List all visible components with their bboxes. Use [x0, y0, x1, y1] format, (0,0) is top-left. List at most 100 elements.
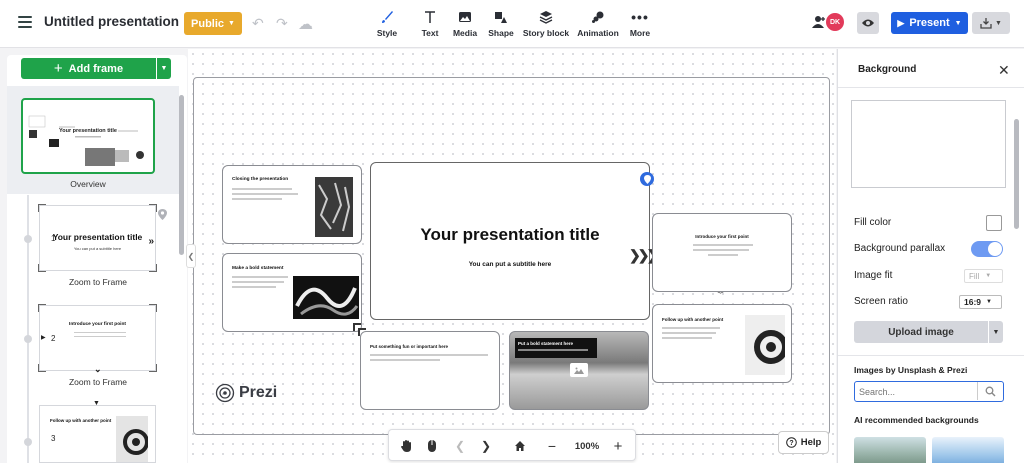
more-icon: ••• — [631, 9, 649, 25]
add-frame-dropdown[interactable]: ▼ — [157, 58, 171, 79]
tool-label: More — [629, 28, 651, 38]
banner-title: Put a bold statement here — [518, 341, 574, 346]
mouse-icon[interactable] — [423, 437, 441, 455]
fill-color-label: Fill color — [854, 217, 892, 228]
frame-thumbnail-2[interactable]: ▶ 2 Introduce your first point ⌄ — [38, 304, 157, 374]
chevron-down-icon: ▼ — [228, 20, 235, 27]
search-icon[interactable] — [977, 382, 1003, 400]
upload-dropdown[interactable]: ▼ — [989, 321, 1003, 343]
tool-label: Style — [376, 28, 398, 38]
play-icon: ▶ — [41, 335, 46, 341]
frame-corner — [38, 264, 46, 272]
redo-icon[interactable]: ↷ — [276, 15, 288, 32]
tool-label: Story block — [522, 28, 570, 38]
screen-ratio-value: 16:9 — [964, 297, 982, 307]
image-search-box[interactable] — [854, 381, 1004, 402]
preview-button[interactable] — [857, 12, 879, 34]
ai-backgrounds-heading: AI recommended backgrounds — [854, 415, 979, 425]
text-line — [74, 336, 126, 337]
graffiti-image — [315, 177, 353, 237]
frame-corner — [38, 304, 46, 312]
collapse-panel-handle[interactable]: ❮ — [186, 244, 196, 268]
tool-label: Media — [452, 28, 478, 38]
fill-color-swatch[interactable] — [986, 215, 1002, 231]
frame-fun[interactable]: Put something fun or important here — [360, 331, 500, 410]
add-frame-button[interactable]: + Add frame — [21, 58, 156, 79]
frame-follow-up[interactable]: Follow up with another point — [652, 304, 792, 383]
present-button[interactable]: ▶ Present ▼ — [891, 12, 968, 34]
tool-story-block[interactable]: Story block — [520, 8, 572, 38]
screen-ratio-label: Screen ratio — [854, 296, 908, 307]
undo-icon[interactable]: ↶ — [252, 15, 264, 32]
overview-item[interactable]: Your presentation title Overview — [7, 86, 179, 194]
overview-thumbnail[interactable]: Your presentation title — [21, 98, 155, 174]
zoom-level: 100% — [574, 440, 600, 452]
editor-canvas[interactable]: Closing the presentation Make a bold sta… — [188, 49, 836, 463]
tool-label: Shape — [488, 28, 514, 38]
frame-thumbnail-3[interactable]: ▼ 3 Follow up with another point — [39, 400, 156, 463]
frames-panel: + Add frame ▼ Your presentation title Ov… — [7, 55, 187, 463]
image-fit-select[interactable]: Fill ▼ — [964, 269, 1003, 283]
divider — [838, 87, 1024, 88]
spiral-image — [116, 416, 149, 462]
hamburger-menu-icon[interactable] — [18, 16, 32, 30]
frame-thumbnail-1[interactable]: 1 Your presentation title You can put a … — [38, 204, 157, 272]
frame-body-text — [370, 354, 490, 361]
timeline-dot — [24, 335, 32, 343]
help-icon: ? — [785, 437, 797, 448]
frame-bold-banner[interactable]: Put a bold statement here — [509, 331, 649, 410]
close-icon[interactable]: ✕ — [998, 62, 1010, 79]
panel-title: Background — [858, 64, 917, 75]
add-collaborator-icon[interactable] — [811, 14, 827, 30]
hand-tool-icon[interactable] — [397, 437, 415, 455]
chevron-down-icon: ▼ — [985, 273, 992, 279]
chevrons-right-icon: » — [148, 236, 154, 247]
frame-body-text — [232, 188, 304, 200]
home-icon[interactable] — [511, 437, 529, 455]
parallax-label: Background parallax — [854, 243, 946, 254]
ai-background-thumb[interactable] — [854, 437, 926, 463]
banner-box: Put a bold statement here — [515, 338, 597, 358]
image-search-input[interactable] — [859, 385, 974, 398]
panel-scrollbar[interactable] — [1014, 119, 1019, 229]
frame-intro[interactable]: Introduce your first point — [652, 213, 792, 292]
frame-caption[interactable]: Zoom to Frame — [23, 277, 173, 287]
chevron-down-icon: ▼ — [954, 19, 962, 27]
frame-bold-statement[interactable]: Make a bold statement — [222, 253, 362, 332]
overview-label: Overview — [70, 179, 106, 189]
text-line — [74, 332, 126, 333]
upload-image-button[interactable]: Upload image — [854, 321, 988, 343]
ai-background-thumb[interactable] — [932, 437, 1004, 463]
panel-scrollbar[interactable] — [179, 95, 184, 255]
frame-closing[interactable]: Closing the presentation — [222, 165, 362, 244]
timeline-dot — [24, 438, 32, 446]
frame-title: Closing the presentation — [232, 177, 289, 182]
frame-body-text — [662, 327, 724, 339]
next-arrow-icon[interactable]: ❯ — [477, 437, 495, 455]
screen-ratio-select[interactable]: 16:9 ▼ — [959, 295, 1002, 309]
user-avatar[interactable]: DK — [826, 13, 844, 31]
text-line — [518, 349, 588, 351]
toggle-knob — [988, 242, 1002, 256]
previous-arrow-icon[interactable]: ❮ — [451, 437, 469, 455]
presentation-title[interactable]: Untitled presentation — [44, 14, 179, 29]
frame-corner — [38, 204, 46, 212]
swirl-image — [293, 276, 359, 319]
frame-main-title[interactable]: Your presentation title You can put a su… — [370, 162, 650, 320]
parallax-toggle[interactable] — [971, 241, 1003, 257]
frame-title: Introduce your first point — [695, 234, 749, 239]
frame-caption[interactable]: Zoom to Frame — [23, 377, 173, 387]
chevron-down-icon: ▼ — [995, 19, 1002, 27]
download-icon — [980, 18, 992, 29]
add-frame-label: Add frame — [68, 62, 124, 75]
public-button[interactable]: Public ▼ — [184, 12, 242, 35]
zoom-out-icon[interactable]: − — [543, 437, 561, 455]
zoom-in-icon[interactable]: + — [609, 437, 627, 455]
public-label: Public — [191, 17, 225, 30]
help-button[interactable]: ? Help — [778, 431, 829, 454]
map-pin-icon[interactable] — [640, 172, 654, 186]
frame-corner — [149, 304, 157, 312]
export-button[interactable]: ▼ — [972, 12, 1010, 34]
tool-more[interactable]: ••• More — [614, 8, 666, 38]
frame-title: Follow up with another point — [662, 317, 724, 322]
